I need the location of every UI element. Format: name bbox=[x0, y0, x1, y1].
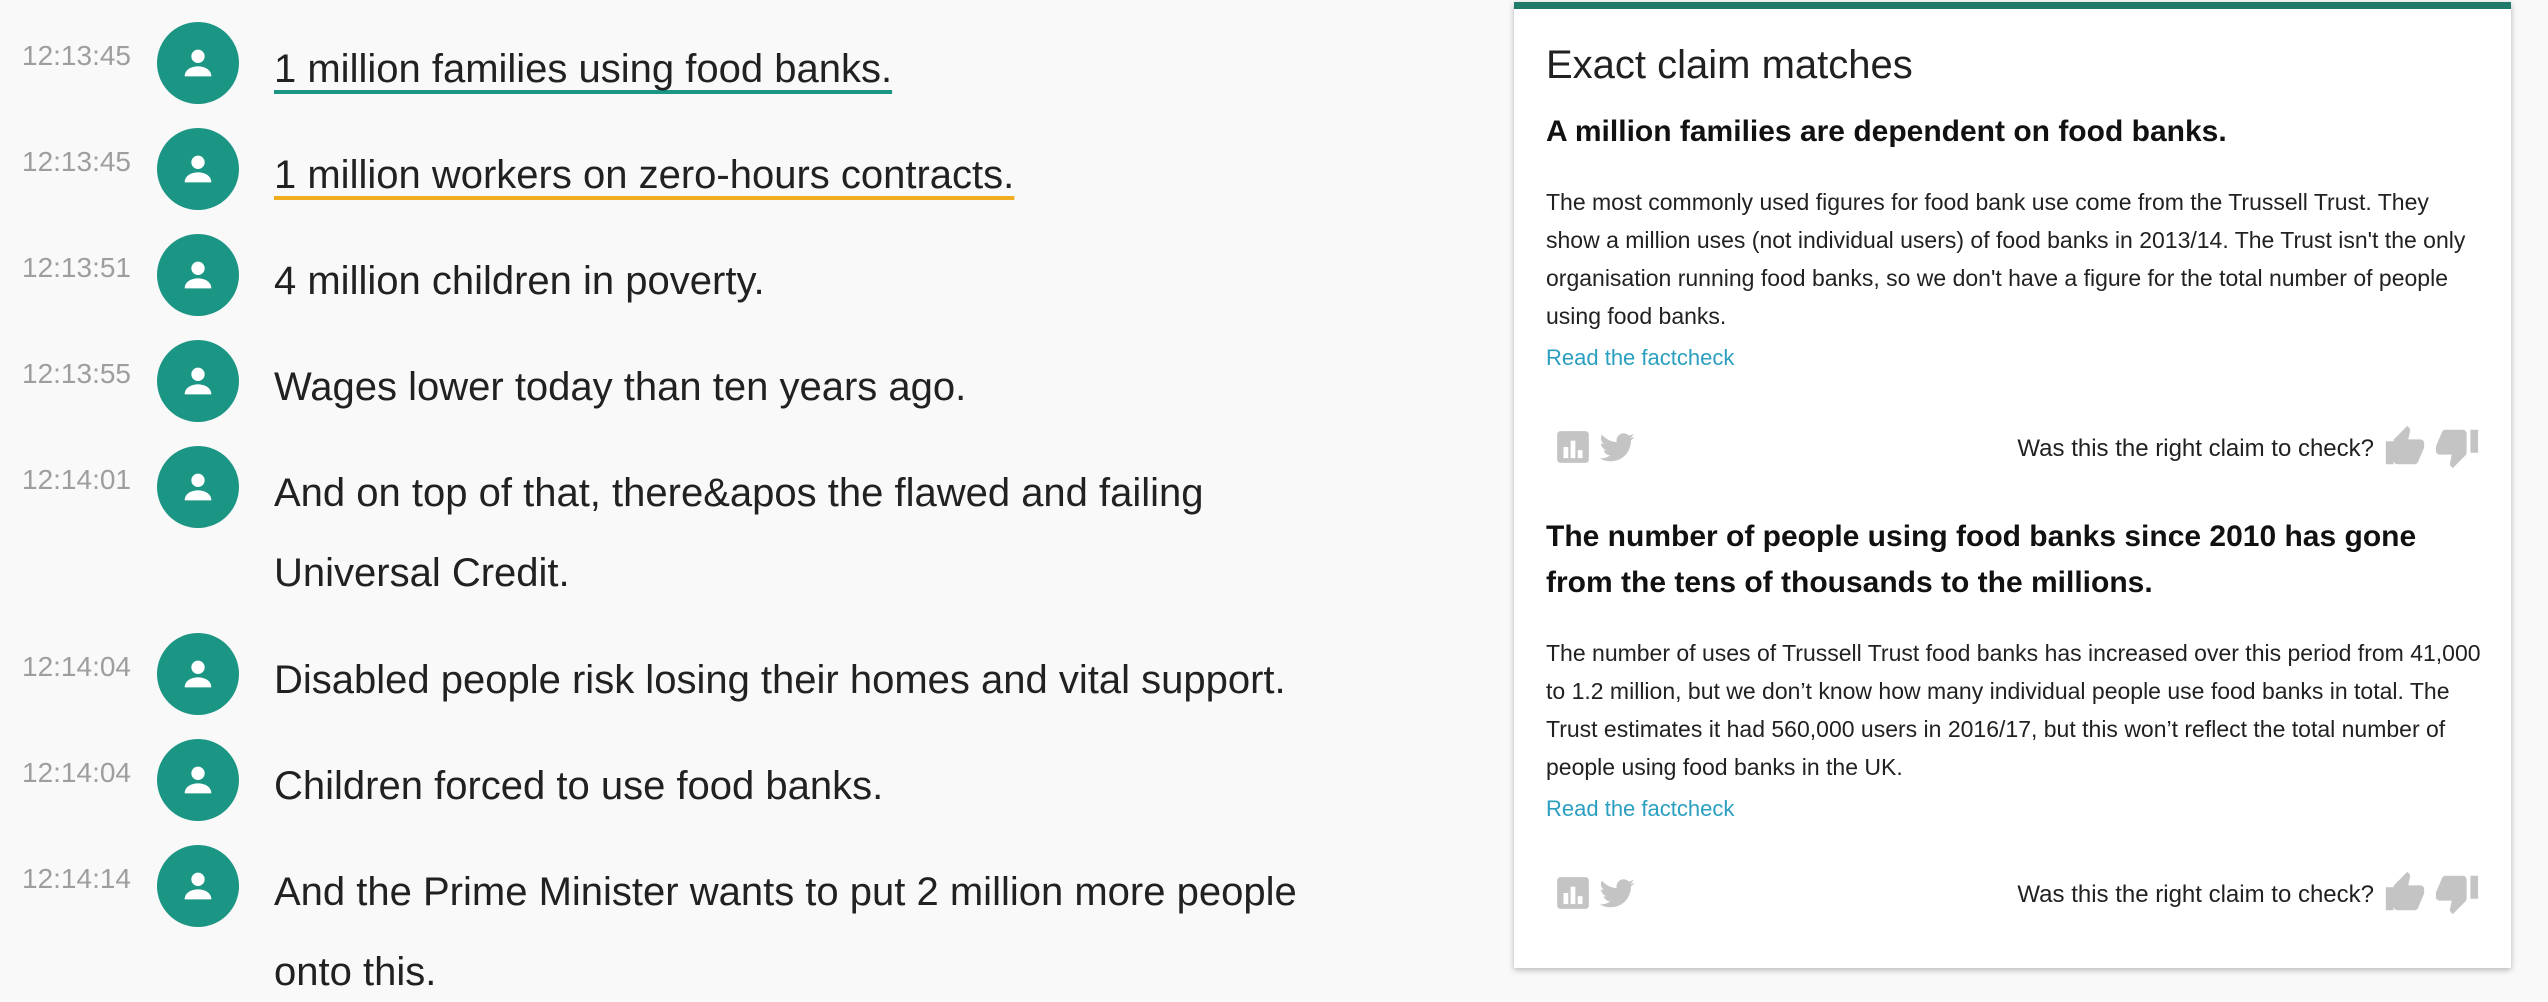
claim-highlight[interactable]: 1 million workers on zero-hours contract… bbox=[274, 153, 1014, 197]
speaker-avatar bbox=[157, 446, 239, 528]
claim-highlight[interactable]: 1 million families using food banks. bbox=[274, 47, 892, 91]
read-factcheck-link[interactable]: Read the factcheck bbox=[1546, 794, 2486, 824]
claim-card: A million families are dependent on food… bbox=[1546, 109, 2486, 373]
twitter-icon[interactable] bbox=[1598, 874, 1636, 912]
speaker-avatar bbox=[157, 234, 239, 316]
timestamp: 12:14:01 bbox=[22, 464, 131, 495]
feedback-question: Was this the right claim to check? bbox=[2017, 881, 2374, 908]
transcript-text[interactable]: 1 million families using food banks. bbox=[274, 29, 1454, 109]
timestamp: 12:14:04 bbox=[22, 651, 131, 682]
app: 12:13:45 1 million families using food b… bbox=[0, 0, 2548, 1002]
speaker-avatar bbox=[157, 128, 239, 210]
transcript: 12:13:45 1 million families using food b… bbox=[0, 0, 1480, 1002]
claim-title: A million families are dependent on food… bbox=[1546, 115, 2227, 148]
claim-card: The number of people using food banks si… bbox=[1546, 514, 2486, 824]
timestamp: 12:13:51 bbox=[22, 252, 131, 283]
transcript-text[interactable]: Children forced to use food banks. bbox=[274, 746, 1454, 826]
transcript-text-line: And the Prime Minister wants to put 2 mi… bbox=[274, 870, 1297, 914]
speaker-avatar bbox=[157, 633, 239, 715]
claim-body: The most commonly used figures for food … bbox=[1546, 189, 2466, 329]
transcript-text-line: Children forced to use food banks. bbox=[274, 764, 884, 808]
transcript-text-line: Disabled people risk losing their homes … bbox=[274, 658, 1286, 702]
person-icon bbox=[184, 155, 212, 183]
twitter-icon[interactable] bbox=[1598, 428, 1636, 466]
person-icon bbox=[184, 367, 212, 395]
person-icon bbox=[184, 473, 212, 501]
read-factcheck-link[interactable]: Read the factcheck bbox=[1546, 343, 2486, 373]
claim-actions: Was this the right claim to check? bbox=[1546, 424, 2486, 474]
speaker-avatar bbox=[157, 340, 239, 422]
speaker-avatar bbox=[157, 22, 239, 104]
timestamp: 12:13:45 bbox=[22, 146, 131, 177]
timestamp: 12:14:04 bbox=[22, 757, 131, 788]
transcript-text[interactable]: Wages lower today than ten years ago. bbox=[274, 347, 1454, 427]
transcript-text[interactable]: Disabled people risk losing their homes … bbox=[274, 640, 1454, 720]
claim-body: The number of uses of Trussell Trust foo… bbox=[1546, 640, 2481, 780]
person-icon bbox=[184, 660, 212, 688]
transcript-text-line: 1 million families using food banks. bbox=[274, 29, 1454, 109]
thumbs-up-icon[interactable] bbox=[2382, 870, 2428, 916]
panel-title: Exact claim matches bbox=[1546, 43, 1913, 87]
transcript-text-line: 1 million workers on zero-hours contract… bbox=[274, 135, 1454, 215]
person-icon bbox=[184, 49, 212, 77]
thumbs-up-icon[interactable] bbox=[2382, 424, 2428, 470]
transcript-text[interactable]: And on top of that, there&apos the flawe… bbox=[274, 453, 1454, 613]
transcript-text[interactable]: 4 million children in poverty. bbox=[274, 241, 1454, 321]
claim-actions: Was this the right claim to check? bbox=[1546, 870, 2486, 920]
bar-chart-icon[interactable] bbox=[1554, 428, 1592, 466]
speaker-avatar bbox=[157, 739, 239, 821]
person-icon bbox=[184, 872, 212, 900]
timestamp: 12:14:14 bbox=[22, 863, 131, 894]
claim-title: The number of people using food banks si… bbox=[1546, 520, 2417, 599]
feedback-question: Was this the right claim to check? bbox=[2017, 435, 2374, 462]
thumbs-down-icon[interactable] bbox=[2434, 870, 2480, 916]
transcript-text-line: Wages lower today than ten years ago. bbox=[274, 365, 967, 409]
transcript-text[interactable]: 1 million workers on zero-hours contract… bbox=[274, 135, 1454, 215]
transcript-text[interactable]: And the Prime Minister wants to put 2 mi… bbox=[274, 852, 1454, 1002]
bar-chart-icon[interactable] bbox=[1554, 874, 1592, 912]
transcript-text-line: onto this. bbox=[274, 950, 437, 994]
claim-matches-panel: Exact claim matches A million families a… bbox=[1514, 2, 2511, 968]
timestamp: 12:13:45 bbox=[22, 40, 131, 71]
timestamp: 12:13:55 bbox=[22, 358, 131, 389]
transcript-text-line: 4 million children in poverty. bbox=[274, 259, 765, 303]
person-icon bbox=[184, 766, 212, 794]
transcript-text-line: And on top of that, there&apos the flawe… bbox=[274, 471, 1204, 515]
speaker-avatar bbox=[157, 845, 239, 927]
person-icon bbox=[184, 261, 212, 289]
thumbs-down-icon[interactable] bbox=[2434, 424, 2480, 470]
transcript-text-line: Universal Credit. bbox=[274, 551, 570, 595]
